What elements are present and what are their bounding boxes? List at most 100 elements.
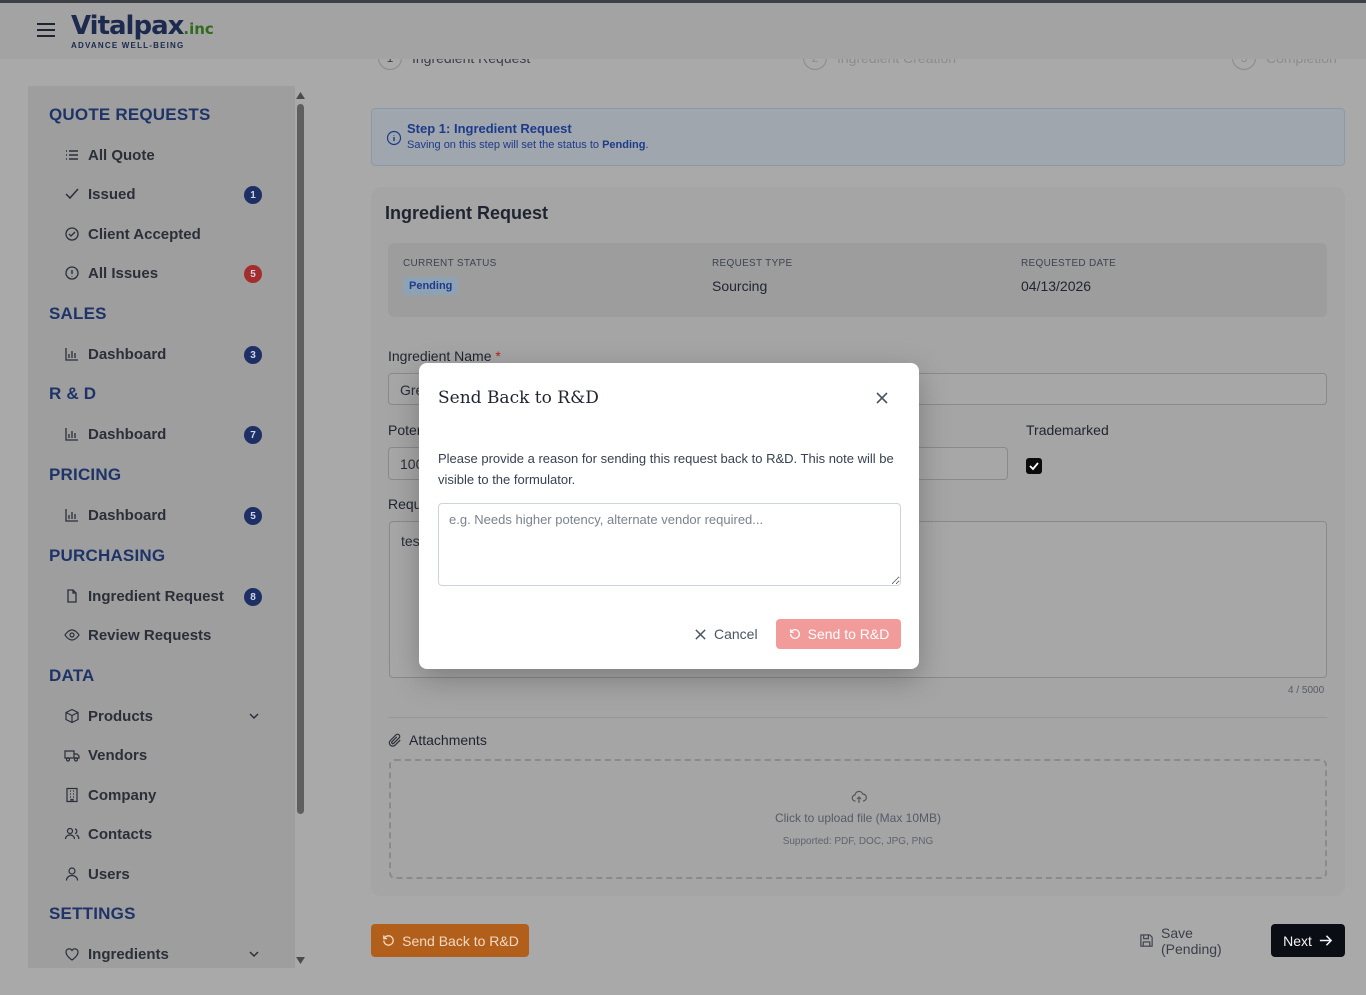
- section-sales: SALES: [49, 304, 107, 323]
- save-button[interactable]: Save (Pending): [1139, 924, 1257, 957]
- sidebar-item-ingredients[interactable]: Ingredients: [64, 942, 264, 966]
- requirements-label: Requ: [388, 496, 422, 512]
- count-badge: 5: [244, 265, 262, 283]
- send-back-button[interactable]: Send Back to R&D: [371, 924, 529, 957]
- menu-icon[interactable]: [36, 20, 56, 40]
- count-badge: 7: [244, 426, 262, 444]
- upload-cloud-icon: [851, 789, 867, 805]
- sidebar-item-review-requests[interactable]: Review Requests: [64, 623, 264, 647]
- sidebar-item-all-issues[interactable]: All Issues 5: [64, 261, 264, 285]
- bar-chart-icon: [64, 426, 80, 442]
- sidebar-item-label: Ingredient Request: [88, 587, 224, 605]
- sidebar-item-label: Contacts: [88, 825, 153, 843]
- sidebar-item-label: All Issues: [88, 264, 159, 282]
- arrow-right-icon: [1318, 933, 1333, 948]
- heart-icon: [64, 946, 80, 962]
- file-upload-dropzone[interactable]: Click to upload file (Max 10MB) Supporte…: [389, 759, 1327, 879]
- trademarked-checkbox[interactable]: [1026, 458, 1042, 474]
- modal-title: Send Back to R&D: [438, 388, 599, 408]
- sidebar-item-all-quote[interactable]: All Quote: [64, 143, 264, 167]
- undo-icon: [381, 933, 396, 948]
- reason-textarea[interactable]: [438, 503, 901, 586]
- sidebar-item-issued[interactable]: Issued 1: [64, 182, 264, 206]
- sidebar-item-label: Dashboard: [88, 425, 167, 443]
- trademarked-label: Trademarked: [1026, 422, 1109, 438]
- section-r-and-d: R & D: [49, 384, 97, 403]
- chevron-down-icon[interactable]: [248, 710, 260, 722]
- user-icon: [64, 866, 80, 882]
- bar-chart-icon: [64, 346, 80, 362]
- bar-chart-icon: [64, 507, 80, 523]
- logo[interactable]: Vitalpax.inc ADVANCE WELL-BEING: [71, 12, 214, 50]
- char-counter: 4 / 5000: [1288, 685, 1325, 696]
- section-purchasing: PURCHASING: [49, 546, 166, 565]
- check-icon: [1029, 462, 1039, 471]
- count-badge: 3: [244, 346, 262, 364]
- logo-name: Vitalpax: [71, 11, 184, 41]
- info-text: Saving on this step will set the status …: [407, 139, 649, 151]
- scroll-up-arrow-icon[interactable]: [296, 91, 305, 100]
- sidebar-item-ingredient-request[interactable]: Ingredient Request 8: [64, 584, 264, 608]
- sidebar-item-label: Products: [88, 707, 154, 725]
- close-icon: [694, 628, 707, 641]
- list-icon: [64, 147, 80, 163]
- save-icon: [1139, 933, 1154, 948]
- section-settings: SETTINGS: [49, 904, 136, 923]
- sidebar-item-label: Client Accepted: [88, 225, 201, 243]
- upload-text: Click to upload file (Max 10MB): [774, 811, 942, 825]
- file-icon: [64, 588, 80, 604]
- attachments-heading: Attachments: [388, 732, 487, 748]
- section-pricing: PRICING: [49, 465, 122, 484]
- requested-date: REQUESTED DATE 04/13/2026: [1021, 258, 1117, 294]
- status-summary: CURRENT STATUS Pending REQUEST TYPE Sour…: [388, 243, 1327, 317]
- paperclip-icon: [388, 733, 403, 748]
- info-icon: [386, 130, 402, 146]
- next-button[interactable]: Next: [1271, 924, 1345, 957]
- box-icon: [64, 708, 80, 724]
- scroll-down-arrow-icon[interactable]: [296, 956, 305, 965]
- sidebar-item-company[interactable]: Company: [64, 783, 264, 807]
- info-title: Step 1: Ingredient Request: [407, 121, 572, 136]
- building-icon: [64, 787, 80, 803]
- sidebar-item-sales-dashboard[interactable]: Dashboard 3: [64, 342, 264, 366]
- sidebar-item-vendors[interactable]: Vendors: [64, 743, 264, 767]
- undo-icon: [788, 627, 802, 641]
- sidebar-item-label: All Quote: [88, 146, 155, 164]
- cancel-button[interactable]: Cancel: [694, 619, 758, 649]
- info-banner: Step 1: Ingredient Request Saving on thi…: [371, 108, 1345, 166]
- sidebar-item-label: Dashboard: [88, 345, 167, 363]
- check-circle-icon: [64, 226, 80, 242]
- count-badge: 1: [244, 186, 262, 204]
- potency-label: Poter: [388, 422, 422, 438]
- status-badge: Pending: [403, 277, 459, 295]
- sidebar-item-label: Users: [88, 865, 130, 883]
- sidebar-item-pricing-dashboard[interactable]: Dashboard 5: [64, 503, 264, 527]
- logo-suffix: .inc: [183, 20, 214, 38]
- sidebar-item-label: Company: [88, 786, 157, 804]
- card-title: Ingredient Request: [385, 203, 549, 223]
- alert-circle-icon: [64, 265, 80, 281]
- check-icon: [64, 186, 80, 202]
- count-badge: 8: [244, 588, 262, 606]
- sidebar-item-rnd-dashboard[interactable]: Dashboard 7: [64, 422, 264, 446]
- sidebar-item-products[interactable]: Products: [64, 704, 264, 728]
- sidebar-item-client-accepted[interactable]: Client Accepted: [64, 222, 264, 246]
- section-data: DATA: [49, 666, 95, 685]
- users-icon: [64, 826, 80, 842]
- sidebar-item-users[interactable]: Users: [64, 862, 264, 886]
- section-quote-requests: QUOTE REQUESTS: [49, 105, 211, 124]
- sidebar-item-label: Issued: [88, 185, 136, 203]
- send-to-rd-button[interactable]: Send to R&D: [776, 619, 901, 649]
- divider: [388, 717, 1327, 718]
- sidebar-scrollbar-thumb[interactable]: [297, 104, 304, 814]
- upload-supported: Supported: PDF, DOC, JPG, PNG: [782, 836, 934, 847]
- sidebar-item-label: Vendors: [88, 746, 148, 764]
- close-icon[interactable]: [875, 391, 889, 405]
- modal-description: Please provide a reason for sending this…: [438, 451, 894, 487]
- sidebar-item-contacts[interactable]: Contacts: [64, 822, 264, 846]
- sidebar-item-label: Review Requests: [88, 626, 212, 644]
- sidebar: QUOTE REQUESTS All Quote Issued 1 Client…: [28, 86, 295, 968]
- chevron-down-icon[interactable]: [248, 948, 260, 960]
- truck-icon: [64, 747, 80, 763]
- current-status: CURRENT STATUS Pending: [403, 258, 497, 295]
